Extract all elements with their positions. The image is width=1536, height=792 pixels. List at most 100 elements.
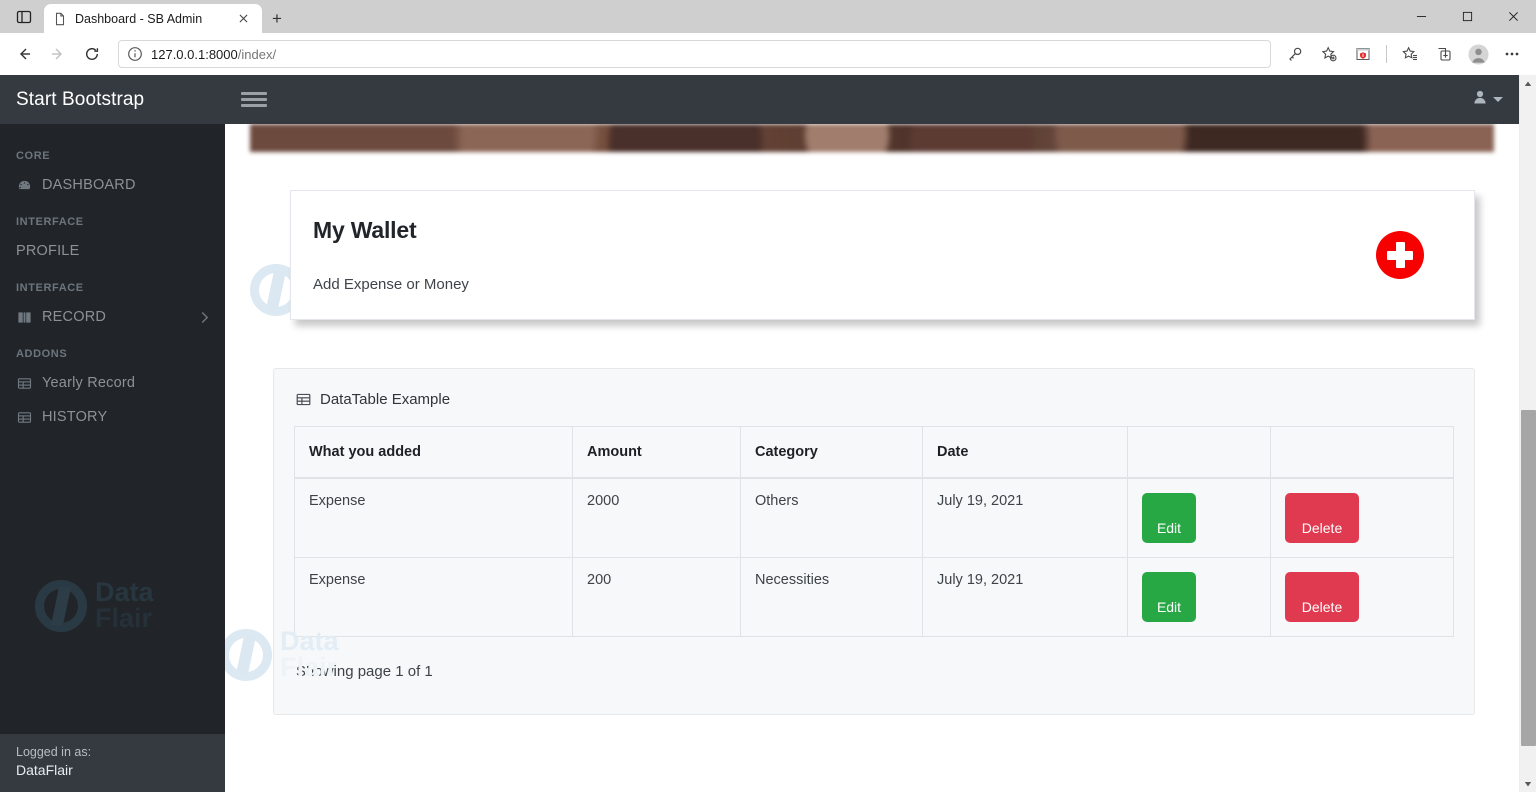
tab-overview-icon[interactable] xyxy=(4,0,44,33)
scrollbar-track[interactable] xyxy=(1520,92,1536,775)
new-tab-button[interactable]: + xyxy=(262,4,292,33)
expenses-table: What you added Amount Category Date Expe… xyxy=(294,426,1454,637)
scroll-down-icon[interactable] xyxy=(1520,775,1536,792)
logged-in-user: DataFlair xyxy=(16,762,73,778)
table-header-row: What you added Amount Category Date xyxy=(294,426,1454,479)
cell-date: July 19, 2021 xyxy=(922,557,1128,637)
top-navbar xyxy=(225,75,1519,124)
cell-category: Necessities xyxy=(740,557,923,637)
table-body: Expense 2000 Others July 19, 2021 Edit D… xyxy=(294,477,1454,637)
delete-button[interactable]: Delete xyxy=(1285,493,1359,543)
collections-icon[interactable] xyxy=(1428,38,1460,70)
cell-edit: Edit xyxy=(1127,557,1271,637)
more-icon[interactable] xyxy=(1496,38,1528,70)
table-grid-icon xyxy=(296,392,311,407)
forward-arrow-icon xyxy=(42,38,74,70)
caret-down-icon xyxy=(1493,97,1503,102)
datatable-header: DataTable Example xyxy=(294,387,1454,422)
browser-tab[interactable]: Dashboard - SB Admin xyxy=(44,4,262,33)
sidebar-item-yearly-record[interactable]: Yearly Record xyxy=(0,366,225,400)
browser-toolbar: 127.0.0.1:8000/index/ xyxy=(0,33,1536,75)
book-icon xyxy=(16,310,33,325)
sidebar-item-label: PROFILE xyxy=(16,243,80,259)
extension-icon[interactable] xyxy=(1347,38,1379,70)
sidebar-heading-core: Core xyxy=(16,150,51,162)
wallet-card-body: My Wallet Add Expense or Money xyxy=(313,217,1376,293)
delete-button[interactable]: Delete xyxy=(1285,572,1359,622)
datatable-section: DataTable Example What you added Amount … xyxy=(225,320,1519,715)
user-icon xyxy=(1472,89,1488,110)
scrollbar-thumb[interactable] xyxy=(1520,410,1536,746)
sidebar-brand-text: Start Bootstrap xyxy=(16,88,145,110)
sidebar-item-label: Yearly Record xyxy=(42,375,136,391)
page-body: Data Flair Data Flair xyxy=(225,124,1519,792)
pagination-status: Showing page 1 of 1 xyxy=(296,663,433,680)
header-banner-image xyxy=(250,124,1494,152)
info-circle-icon[interactable] xyxy=(127,46,143,62)
column-header-delete xyxy=(1270,426,1454,479)
main-content: Data Flair Data Flair xyxy=(225,75,1519,792)
table-icon xyxy=(16,376,33,391)
scroll-up-icon[interactable] xyxy=(1520,75,1536,92)
column-header-amount[interactable]: Amount xyxy=(572,426,741,479)
user-menu[interactable] xyxy=(1472,89,1503,110)
datatable-title: DataTable Example xyxy=(320,391,451,408)
reload-icon[interactable] xyxy=(76,38,108,70)
sidebar: Start Bootstrap Core DASHBOARD Interface… xyxy=(0,75,225,792)
sidebar-item-profile[interactable]: PROFILE xyxy=(0,234,225,268)
datatable-card: DataTable Example What you added Amount … xyxy=(273,368,1475,715)
cell-category: Others xyxy=(740,477,923,558)
address-bar-text: 127.0.0.1:8000/index/ xyxy=(151,47,276,62)
add-favorite-icon[interactable] xyxy=(1313,38,1345,70)
url-path: /index/ xyxy=(237,46,277,62)
edit-button[interactable]: Edit xyxy=(1142,572,1196,622)
favorites-icon[interactable] xyxy=(1394,38,1426,70)
column-header-date[interactable]: Date xyxy=(922,426,1128,479)
table-row: Expense 2000 Others July 19, 2021 Edit D… xyxy=(294,477,1454,558)
sidebar-heading-interface-1: Interface xyxy=(16,216,84,228)
add-entry-button[interactable] xyxy=(1376,231,1424,279)
page-icon xyxy=(53,12,67,26)
sidebar-item-record[interactable]: RECORD xyxy=(0,300,225,334)
column-header-what[interactable]: What you added xyxy=(294,426,573,479)
table-icon xyxy=(16,410,33,425)
vertical-scrollbar[interactable] xyxy=(1519,75,1536,792)
cell-date: July 19, 2021 xyxy=(922,477,1128,558)
profile-icon[interactable] xyxy=(1462,38,1494,70)
column-header-category[interactable]: Category xyxy=(740,426,923,479)
tachometer-icon xyxy=(16,178,33,193)
minimize-icon[interactable] xyxy=(1398,0,1444,33)
column-header-edit xyxy=(1127,426,1271,479)
wallet-title: My Wallet xyxy=(313,217,417,243)
chevron-right-icon xyxy=(200,311,209,324)
logged-in-label: Logged in as: xyxy=(16,745,92,759)
sidebar-footer: Logged in as: DataFlair xyxy=(0,734,225,792)
sidebar-item-label: DASHBOARD xyxy=(42,177,136,193)
wallet-subtitle: Add Expense or Money xyxy=(313,276,469,293)
sidebar-item-history[interactable]: HISTORY xyxy=(0,400,225,434)
cell-amount: 2000 xyxy=(572,477,741,558)
key-icon[interactable] xyxy=(1279,38,1311,70)
wallet-card: My Wallet Add Expense or Money xyxy=(290,190,1475,320)
cell-edit: Edit xyxy=(1127,477,1271,558)
window-close-icon[interactable] xyxy=(1490,0,1536,33)
wallet-section: My Wallet Add Expense or Money xyxy=(225,152,1519,320)
back-arrow-icon[interactable] xyxy=(8,38,40,70)
toolbar-divider xyxy=(1386,45,1387,63)
sidebar-heading-addons: Addons xyxy=(16,348,68,360)
maximize-icon[interactable] xyxy=(1444,0,1490,33)
close-icon[interactable] xyxy=(233,9,253,29)
sidebar-item-label: RECORD xyxy=(42,309,107,325)
browser-window: Dashboard - SB Admin + 127.0.0.1:8000/in… xyxy=(0,0,1536,792)
tab-strip: Dashboard - SB Admin + xyxy=(0,0,1536,33)
table-head: What you added Amount Category Date xyxy=(294,426,1454,479)
sidebar-heading-interface-2: Interface xyxy=(16,282,84,294)
sidebar-nav: Core DASHBOARD Interface PROFILE Interfa… xyxy=(0,124,225,734)
cell-what: Expense xyxy=(294,477,573,558)
address-bar[interactable]: 127.0.0.1:8000/index/ xyxy=(118,40,1271,68)
edit-button[interactable]: Edit xyxy=(1142,493,1196,543)
sidebar-brand[interactable]: Start Bootstrap xyxy=(0,75,225,124)
hamburger-icon[interactable] xyxy=(241,87,267,113)
sidebar-item-dashboard[interactable]: DASHBOARD xyxy=(0,168,225,202)
window-controls xyxy=(1398,0,1536,33)
